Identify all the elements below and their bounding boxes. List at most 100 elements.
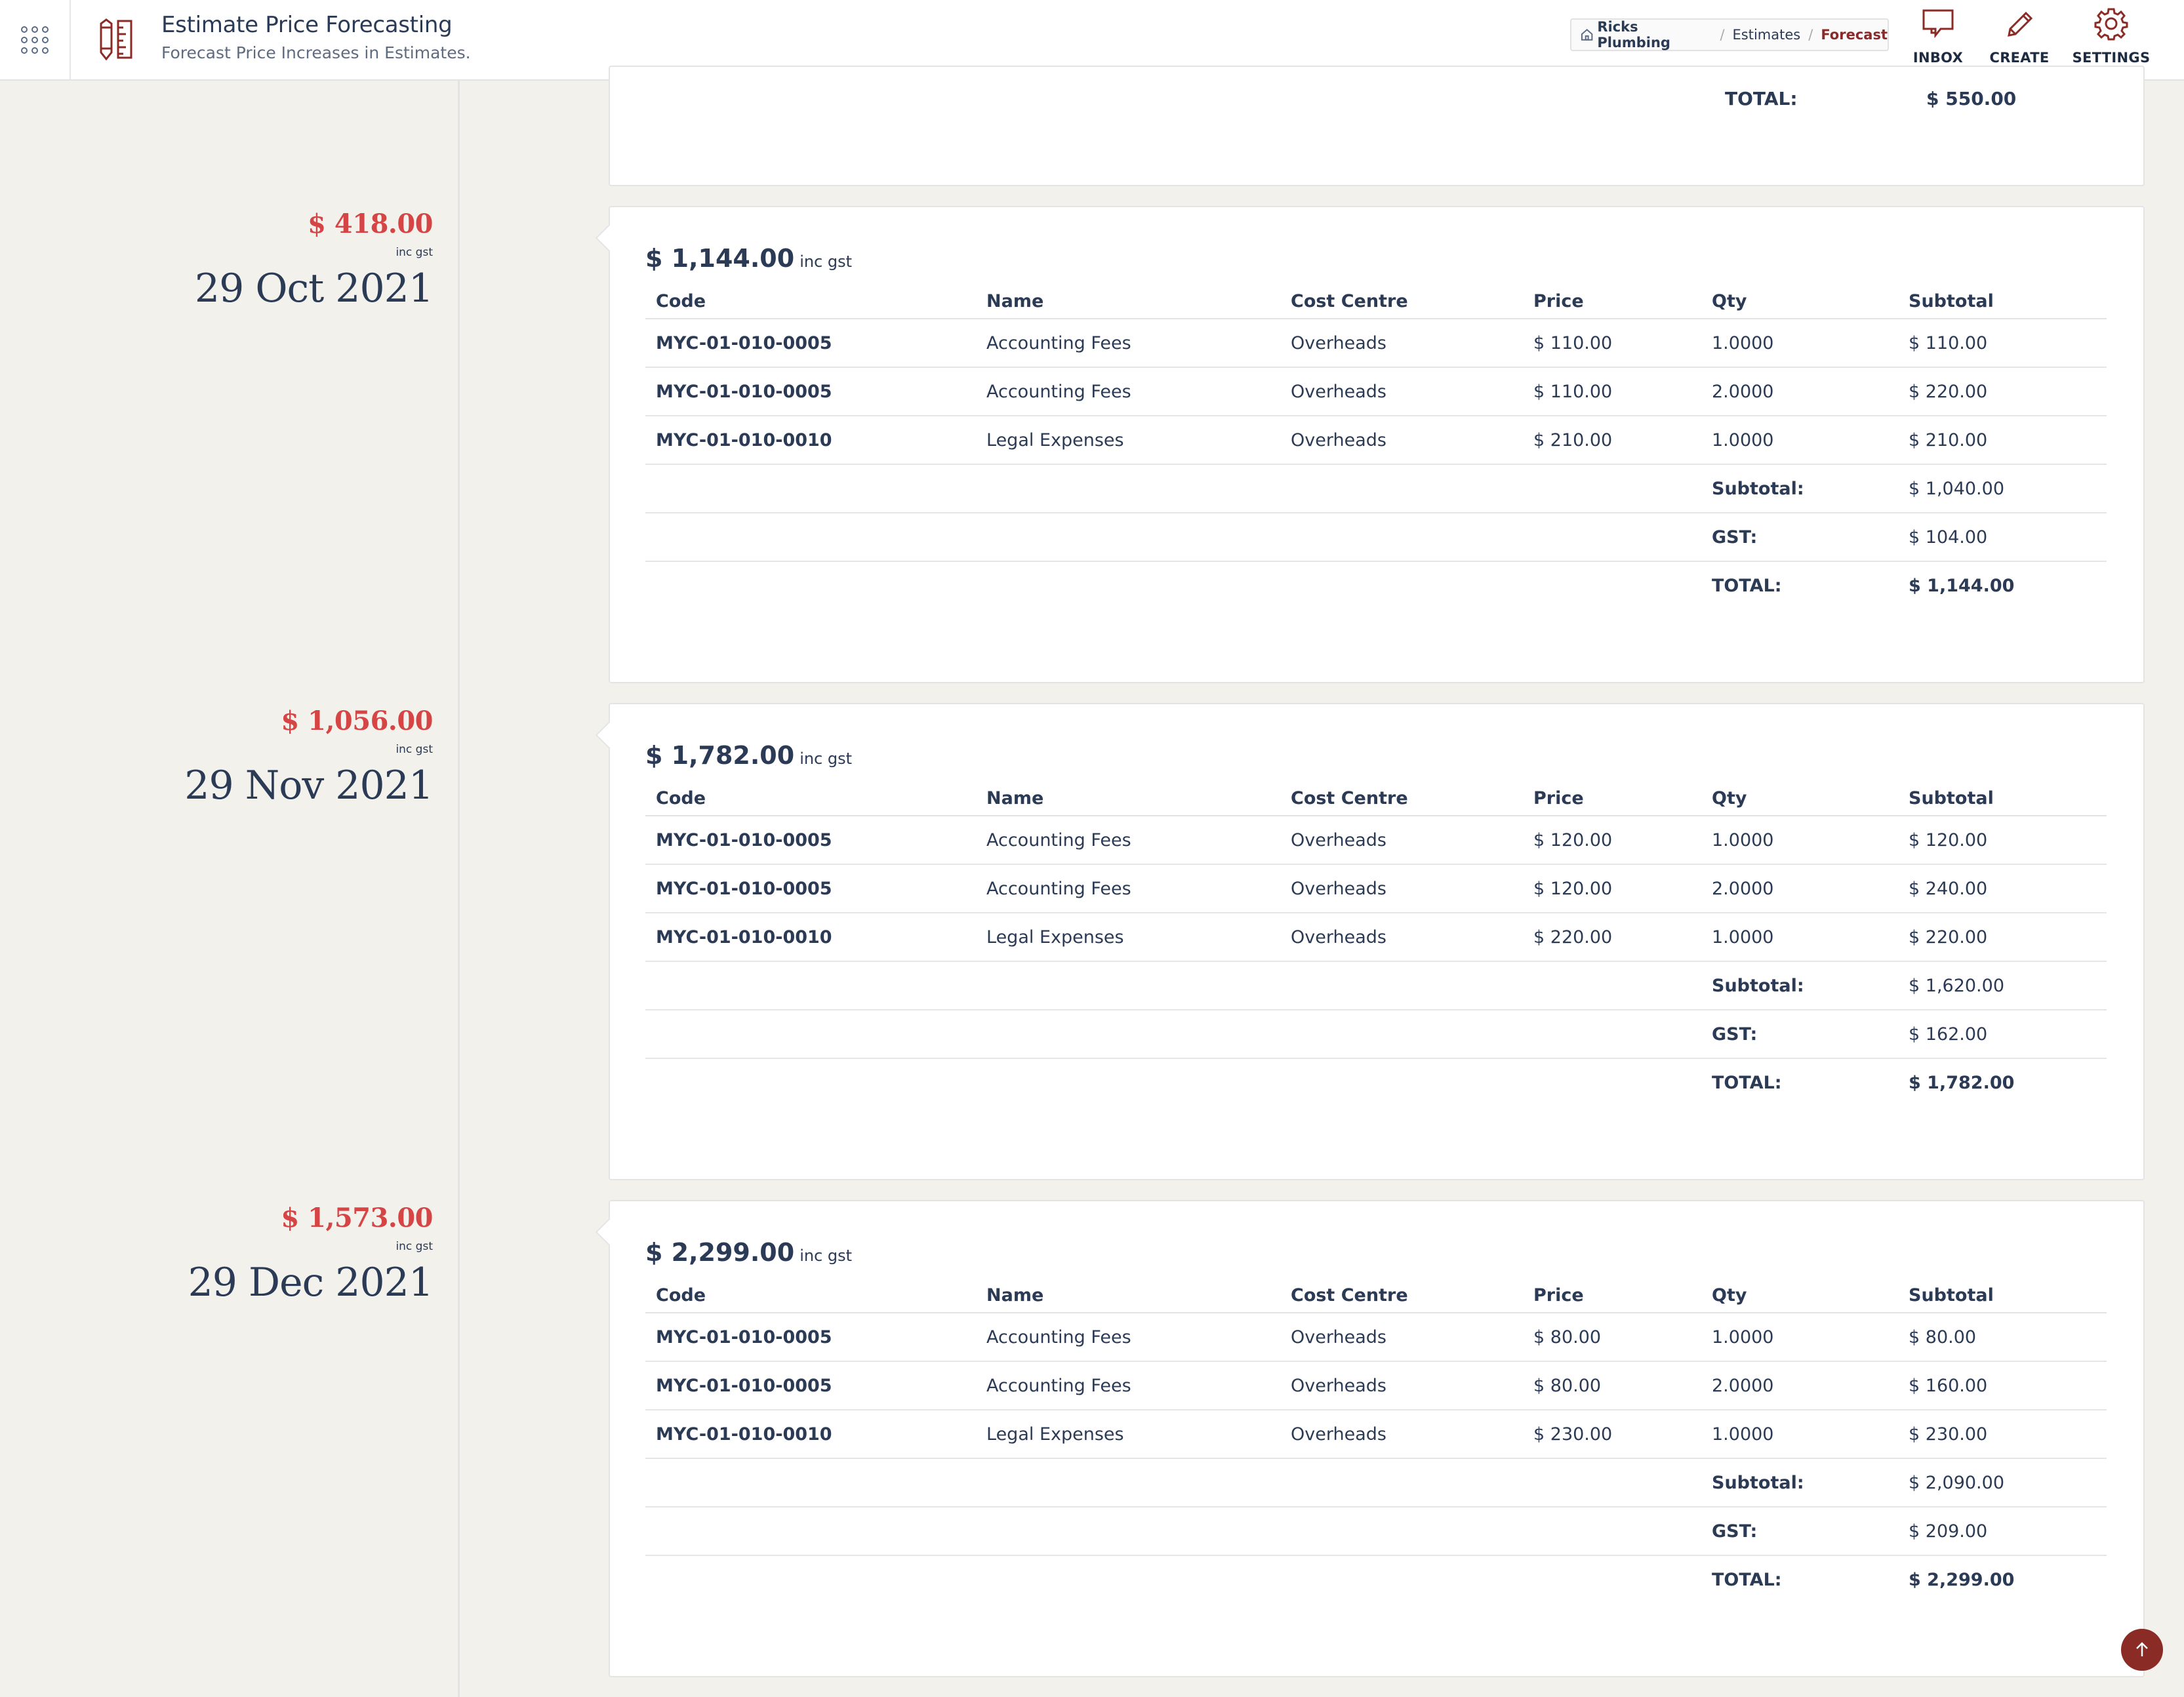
- inc-gst-label: inc gst: [395, 1240, 433, 1253]
- apps-menu-button[interactable]: [0, 0, 71, 79]
- inbox-button[interactable]: INBOX: [1902, 5, 1974, 74]
- subtotal-value: $ 1,040.00: [1898, 464, 2107, 513]
- card-inc-gst: inc gst: [799, 252, 853, 271]
- total-row: TOTAL: $ 2,299.00: [645, 1555, 2107, 1604]
- arrow-up-icon: [2136, 1642, 2148, 1656]
- total-value: $ 2,299.00: [1909, 1570, 2015, 1590]
- table-row: MYC-01-010-0010 Legal Expenses Overheads…: [645, 913, 2107, 962]
- breadcrumb-forecast: Forecast: [1821, 27, 1888, 43]
- gst-row: GST: $ 209.00: [645, 1507, 2107, 1556]
- table-header-row: Code Name Cost Centre Price Qty Subtotal: [645, 782, 2107, 816]
- total-label: TOTAL:: [1725, 88, 1798, 110]
- total-value: $ 1,782.00: [1909, 1073, 2015, 1093]
- pencil-ruler-icon: [100, 18, 132, 60]
- table-row: MYC-01-010-0005 Accounting Fees Overhead…: [645, 864, 2107, 913]
- card-inc-gst: inc gst: [799, 749, 853, 768]
- total-label: TOTAL:: [1712, 1073, 1782, 1093]
- column-header-subtotal: Subtotal: [1898, 782, 2107, 816]
- table-header-row: Code Name Cost Centre Price Qty Subtotal: [645, 1279, 2107, 1313]
- table-row: MYC-01-010-0005 Accounting Fees Overhead…: [645, 367, 2107, 416]
- item-subtotal: $ 230.00: [1898, 1410, 2107, 1459]
- item-cost-centre: Overheads: [1280, 1410, 1523, 1459]
- item-name: Legal Expenses: [976, 416, 1280, 465]
- gst-row: GST: $ 104.00: [645, 513, 2107, 562]
- column-header-qty: Qty: [1701, 782, 1898, 816]
- column-header-price: Price: [1523, 1279, 1701, 1313]
- item-qty: 1.0000: [1701, 816, 1898, 865]
- apps-grid-icon: [21, 26, 49, 54]
- total-row: TOTAL: $ 1,144.00: [645, 561, 2107, 610]
- inc-gst-label: inc gst: [395, 246, 433, 259]
- card-total: $ 1,144.00 inc gst: [645, 244, 852, 273]
- item-subtotal: $ 220.00: [1898, 913, 2107, 962]
- estimate-card-previous: TOTAL: $ 550.00: [609, 66, 2145, 186]
- item-cost-centre: Overheads: [1280, 367, 1523, 416]
- item-subtotal: $ 160.00: [1898, 1361, 2107, 1410]
- pencil-icon: [2008, 11, 2033, 37]
- item-subtotal: $ 120.00: [1898, 816, 2107, 865]
- item-cost-centre: Overheads: [1280, 416, 1523, 465]
- item-cost-centre: Overheads: [1280, 864, 1523, 913]
- item-qty: 2.0000: [1701, 864, 1898, 913]
- table-header-row: Code Name Cost Centre Price Qty Subtotal: [645, 285, 2107, 319]
- breadcrumb-estimates[interactable]: Estimates: [1733, 27, 1801, 43]
- estimate-items-table: Code Name Cost Centre Price Qty Subtotal…: [645, 1279, 2107, 1604]
- column-header-code: Code: [645, 1279, 976, 1313]
- item-price: $ 110.00: [1523, 319, 1701, 368]
- breadcrumb-home[interactable]: Ricks Plumbing: [1597, 19, 1712, 50]
- estimate-card: $ 2,299.00 inc gst Code Name Cost Centre…: [595, 1200, 2145, 1677]
- timeline-entry: $ 418.00 inc gst 29 Oct 2021: [195, 209, 434, 311]
- table-row: MYC-01-010-0005 Accounting Fees Overhead…: [645, 319, 2107, 368]
- item-name: Accounting Fees: [976, 367, 1280, 416]
- item-code: MYC-01-010-0010: [645, 913, 976, 962]
- card-pointer: [595, 224, 624, 252]
- item-cost-centre: Overheads: [1280, 1313, 1523, 1362]
- column-header-cost-centre: Cost Centre: [1280, 1279, 1523, 1313]
- breadcrumb-separator: /: [1808, 27, 1813, 43]
- item-price: $ 120.00: [1523, 864, 1701, 913]
- subtotal-value: $ 2,090.00: [1898, 1458, 2107, 1507]
- column-header-name: Name: [976, 285, 1280, 319]
- item-cost-centre: Overheads: [1280, 1361, 1523, 1410]
- price-increase: $ 418.00: [308, 209, 433, 239]
- subtotal-label: Subtotal:: [1701, 1458, 1898, 1507]
- column-header-name: Name: [976, 1279, 1280, 1313]
- card-total-amount: $ 1,144.00: [645, 244, 795, 273]
- item-code: MYC-01-010-0010: [645, 416, 976, 465]
- back-to-top-button[interactable]: [2121, 1629, 2163, 1671]
- inbox-label: INBOX: [1912, 50, 1964, 66]
- column-header-cost-centre: Cost Centre: [1280, 782, 1523, 816]
- create-button[interactable]: CREATE: [1983, 5, 2055, 74]
- item-price: $ 120.00: [1523, 816, 1701, 865]
- item-qty: 1.0000: [1701, 319, 1898, 368]
- item-cost-centre: Overheads: [1280, 913, 1523, 962]
- item-code: MYC-01-010-0010: [645, 1410, 976, 1459]
- item-price: $ 80.00: [1523, 1313, 1701, 1362]
- page-header: Estimate Price Forecasting Forecast Pric…: [161, 12, 471, 62]
- item-qty: 2.0000: [1701, 1361, 1898, 1410]
- column-header-cost-centre: Cost Centre: [1280, 285, 1523, 319]
- item-code: MYC-01-010-0005: [645, 816, 976, 865]
- price-increase: $ 1,056.00: [281, 706, 433, 736]
- item-price: $ 80.00: [1523, 1361, 1701, 1410]
- table-row: MYC-01-010-0010 Legal Expenses Overheads…: [645, 416, 2107, 465]
- settings-button[interactable]: SETTINGS: [2073, 5, 2150, 74]
- item-subtotal: $ 110.00: [1898, 319, 2107, 368]
- column-header-code: Code: [645, 285, 976, 319]
- breadcrumb-separator: /: [1720, 27, 1725, 43]
- column-header-subtotal: Subtotal: [1898, 1279, 2107, 1313]
- card-total: $ 1,782.00 inc gst: [645, 741, 852, 770]
- home-icon: [1581, 28, 1593, 41]
- forecast-date: 29 Nov 2021: [184, 763, 434, 809]
- card-total-amount: $ 2,299.00: [645, 1238, 795, 1267]
- gst-row: GST: $ 162.00: [645, 1010, 2107, 1059]
- column-header-qty: Qty: [1701, 285, 1898, 319]
- total-value: $ 1,144.00: [1909, 576, 2015, 596]
- price-increase: $ 1,573.00: [281, 1203, 433, 1233]
- card-inc-gst: inc gst: [799, 1247, 853, 1265]
- column-header-name: Name: [976, 782, 1280, 816]
- item-qty: 1.0000: [1701, 416, 1898, 465]
- item-code: MYC-01-010-0005: [645, 1361, 976, 1410]
- column-header-subtotal: Subtotal: [1898, 285, 2107, 319]
- subtotal-label: Subtotal:: [1701, 464, 1898, 513]
